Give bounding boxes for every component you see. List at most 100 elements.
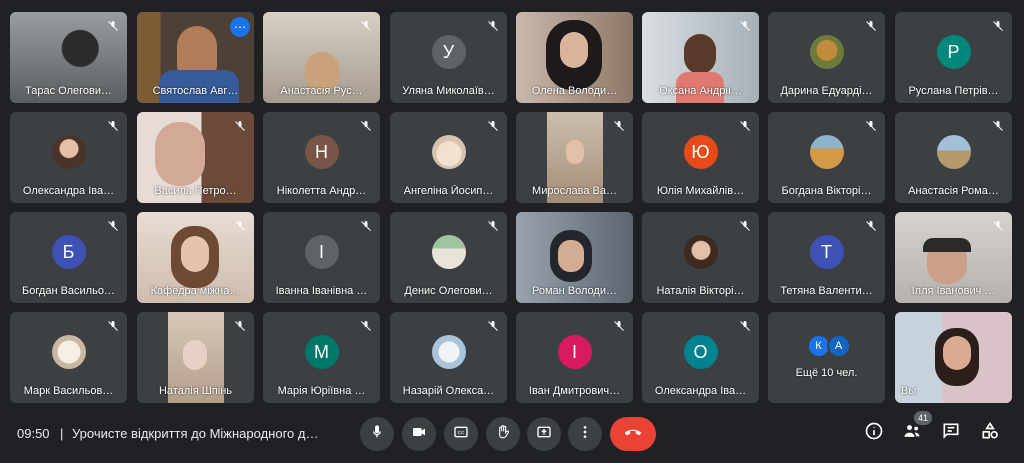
participant-name: Василь Петро… [154,185,237,197]
participant-tile[interactable]: Р Руслана Петрів… [895,12,1012,103]
mic-icon [369,424,385,445]
mic-off-icon [232,318,248,334]
mic-off-icon [863,18,879,34]
activities-button[interactable] [978,421,1002,445]
more-participants-label: Ещё 10 чел. [795,367,858,379]
mic-off-icon [485,218,501,234]
self-view-tile[interactable]: Вы [895,312,1012,403]
mic-off-icon [990,18,1006,34]
participant-name: Кафедра міжна… [150,285,241,297]
activities-icon [980,421,1000,446]
participant-tile-active-speaker[interactable]: ⋯ Святослав Авг… [137,12,254,103]
raise-hand-button[interactable] [486,417,520,451]
participant-tile[interactable]: Богдана Вікторі… [768,112,885,203]
participant-name: Оксана Андрії… [659,85,742,97]
avatar: І [304,235,339,269]
profile-photo [51,335,86,369]
participant-tile[interactable]: Ілля Іванович … [895,212,1012,303]
avatar: Н [304,135,339,169]
captions-button[interactable]: CC [444,417,478,451]
leave-call-button[interactable] [610,417,656,451]
participant-name: Тарас Олегови… [25,85,112,97]
participant-name: Наталія Вікторі… [656,285,745,297]
participant-tile[interactable]: Денис Олегови… [390,212,507,303]
participant-tile[interactable]: О Олександра Іва… [642,312,759,403]
profile-photo [683,235,718,269]
mic-off-icon [358,18,374,34]
participant-name: Назарій Олекса… [402,385,495,397]
hand-icon [495,424,511,445]
participant-tile[interactable]: М Марія Юріївна … [263,312,380,403]
participant-name: Юлія Михайлів… [656,185,745,197]
participant-tile[interactable]: Б Богдан Васильо… [10,212,127,303]
participant-tile[interactable]: У Уляна Миколаїв… [390,12,507,103]
participant-name: Марія Юріївна … [277,385,366,397]
participant-name: Руслана Петрів… [908,85,999,97]
mic-off-icon [611,118,627,134]
participant-tile[interactable]: Анастасія Рус… [263,12,380,103]
camera-button[interactable] [402,417,436,451]
avatar: Т [809,235,844,269]
participant-name: Тетяна Валенти… [780,285,873,297]
participant-tile[interactable]: Наталія Шпінь [137,312,254,403]
participant-tile[interactable]: Н Ніколетта Андр… [263,112,380,203]
participant-tile[interactable]: Василь Петро… [137,112,254,203]
self-label: Вы [901,385,917,397]
mic-off-icon [737,118,753,134]
mic-off-icon [105,118,121,134]
participant-tile[interactable]: Оксана Андрії… [642,12,759,103]
present-screen-button[interactable] [527,417,561,451]
profile-photo [809,135,844,169]
participant-tile[interactable]: Кафедра міжна… [137,212,254,303]
participant-name: Анастасія Рома… [908,185,999,197]
participant-tile[interactable]: Мирослава Ва… [516,112,633,203]
participant-tile[interactable]: Дарина Едуарді… [768,12,885,103]
mic-off-icon [358,218,374,234]
profile-photo [431,135,466,169]
avatar: Ю [683,135,718,169]
mic-off-icon [863,218,879,234]
participant-tile[interactable]: Марк Васильов… [10,312,127,403]
participant-name: Богдана Вікторі… [781,185,872,197]
profile-photo [809,35,844,69]
participant-name: Дарина Едуарді… [780,85,873,97]
participant-tile[interactable]: Анастасія Рома… [895,112,1012,203]
chat-button[interactable] [939,421,963,445]
more-options-button[interactable] [568,417,602,451]
participant-tile[interactable]: Ангеліна Йосип… [390,112,507,203]
participant-tile[interactable]: Олександра Іва… [10,112,127,203]
mic-off-icon [485,118,501,134]
profile-photo [936,135,971,169]
mic-off-icon [232,218,248,234]
participant-tile[interactable]: Т Тетяна Валенти… [768,212,885,303]
more-participants-tile[interactable]: К А Ещё 10 чел. [768,312,885,403]
participant-tile[interactable]: І Іван Дмитрович… [516,312,633,403]
participant-name: Іванна Іванівна … [275,285,368,297]
clock: 09:50 [17,426,50,441]
participant-tile[interactable]: І Іванна Іванівна … [263,212,380,303]
participant-name: Ніколетта Андр… [276,185,367,197]
participant-name: Денис Олегови… [404,285,493,297]
participant-tile[interactable]: Назарій Олекса… [390,312,507,403]
more-options-icon[interactable]: ⋯ [230,17,250,37]
profile-photo [51,135,86,169]
mic-off-icon [105,218,121,234]
meeting-title: Урочисте відкриття до Міжнародного д… [72,426,319,441]
participant-tile[interactable]: Ю Юлія Михайлів… [642,112,759,203]
participant-tile[interactable]: Тарас Олегови… [10,12,127,103]
participant-tile[interactable]: Наталія Вікторі… [642,212,759,303]
meeting-details-button[interactable] [862,421,886,445]
present-icon [536,424,552,445]
svg-text:CC: CC [458,430,465,435]
more-vert-icon [577,424,593,445]
participant-tile[interactable]: Олена Володи… [516,12,633,103]
participant-name: Марк Васильов… [23,385,114,397]
participant-name: Олександра Іва… [22,185,115,197]
end-call-icon [623,425,643,444]
info-icon [864,421,884,446]
mic-off-icon [990,118,1006,134]
participant-tile[interactable]: Роман Володи… [516,212,633,303]
participant-count-badge: 41 [914,411,932,425]
participant-name: Роман Володи… [532,285,617,297]
microphone-button[interactable] [360,417,394,451]
